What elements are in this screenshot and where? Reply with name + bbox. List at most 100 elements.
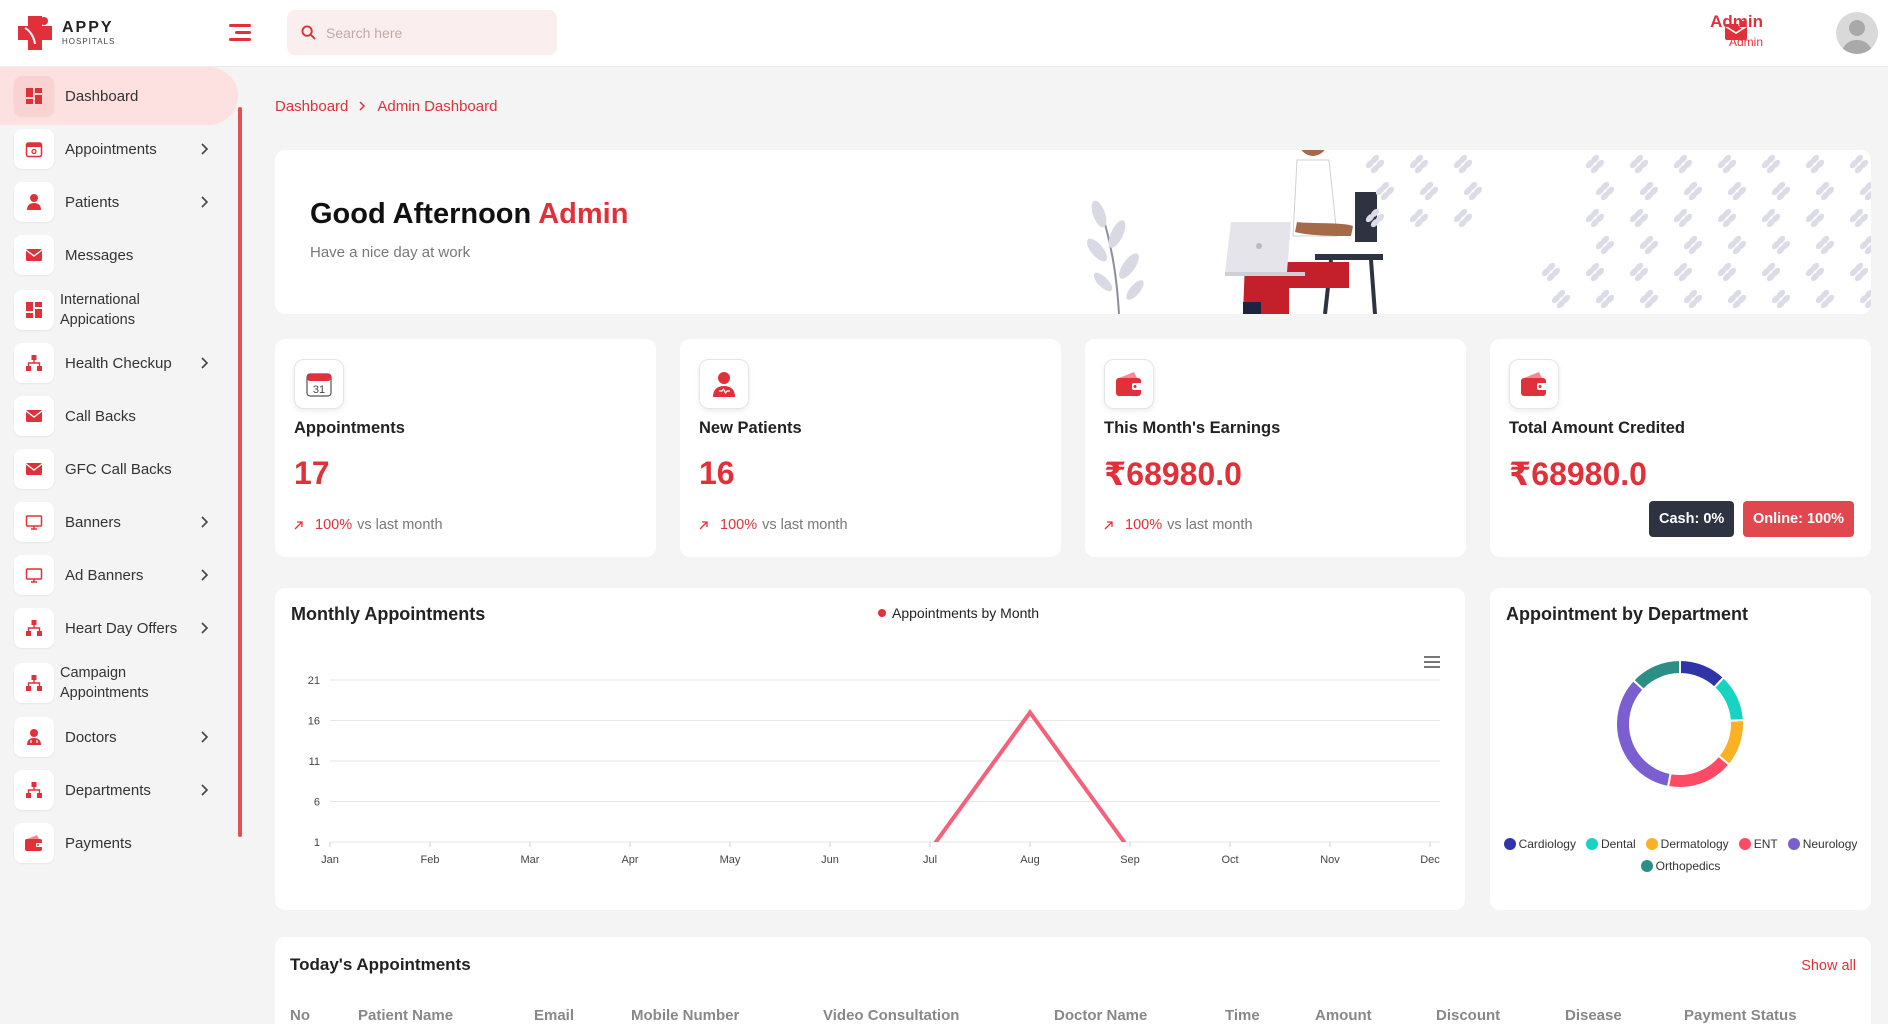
column-header-patient-name[interactable]: Patient Name bbox=[358, 1007, 453, 1024]
wallet-icon bbox=[14, 823, 54, 863]
search-bar[interactable] bbox=[287, 10, 557, 55]
sidebar-item-label: Health Checkup bbox=[65, 354, 172, 372]
column-header-disease[interactable]: Disease bbox=[1565, 1007, 1622, 1024]
column-header-payment-status[interactable]: Payment Status bbox=[1684, 1007, 1797, 1024]
sidebar-item-banners[interactable]: Banners bbox=[0, 493, 238, 551]
legend-swatch bbox=[1738, 838, 1751, 850]
sidebar-item-dashboard[interactable]: Dashboard bbox=[0, 67, 238, 125]
column-header-mobile-number[interactable]: Mobile Number bbox=[631, 1007, 739, 1024]
search-input[interactable] bbox=[326, 24, 526, 41]
sidebar-item-label: Call Backs bbox=[65, 407, 136, 425]
chevron-right-icon bbox=[201, 196, 209, 208]
stat-trend: 100% vs last month bbox=[294, 517, 443, 533]
legend-label: Orthopedics bbox=[1655, 859, 1721, 873]
donut-slice-neurology[interactable] bbox=[1615, 678, 1672, 789]
legend-item-dental[interactable]: Dental bbox=[1585, 837, 1636, 851]
donut-legend: Cardiology Dental Dermatology ENT Neurology O… bbox=[1490, 837, 1871, 873]
mail-icon bbox=[14, 235, 54, 275]
legend-label: Neurology bbox=[1802, 837, 1858, 851]
breadcrumb-root-link[interactable]: Dashboard bbox=[275, 98, 348, 115]
sidebar-item-health-checkup[interactable]: Health Checkup bbox=[0, 334, 238, 392]
stat-title: New Patients bbox=[699, 419, 802, 437]
stat-trend: 100% vs last month bbox=[1104, 517, 1253, 533]
pattern-leaf bbox=[1859, 289, 1871, 309]
search-icon bbox=[301, 25, 316, 40]
stat-value: ₹68980.0 bbox=[1509, 456, 1647, 492]
sidebar-item-call-backs[interactable]: Call Backs bbox=[0, 387, 238, 445]
sidebar-item-label: Patients bbox=[65, 193, 120, 211]
sidebar-item-campaign-appointments[interactable]: Campaign Appointments bbox=[0, 654, 238, 712]
legend-item-ent[interactable]: ENT bbox=[1738, 837, 1778, 851]
decorative-pattern bbox=[1365, 154, 1871, 309]
legend-item-neurology[interactable]: Neurology bbox=[1787, 837, 1858, 851]
sidebar-item-payments[interactable]: Payments bbox=[0, 814, 238, 872]
department-card: Appointment by Department Cardiology Dent… bbox=[1490, 588, 1871, 910]
legend-label: Cardiology bbox=[1518, 837, 1576, 851]
y-tick-label: 6 bbox=[314, 797, 320, 809]
sidebar-item-messages[interactable]: Messages bbox=[0, 226, 238, 284]
user-role: Admin bbox=[1728, 35, 1763, 49]
sidebar-item-ad-banners[interactable]: Ad Banners bbox=[0, 546, 238, 604]
pattern-leaf bbox=[1585, 154, 1605, 174]
legend-swatch bbox=[1585, 838, 1598, 850]
chevron-right-icon bbox=[201, 731, 209, 743]
app-logo[interactable]: APPY HOSPITALS bbox=[14, 12, 115, 54]
sidebar-item-departments[interactable]: Departments bbox=[0, 761, 238, 819]
sidebar-item-label: Ad Banners bbox=[65, 566, 144, 584]
pattern-leaf bbox=[1805, 262, 1825, 282]
legend-item-orthopedics[interactable]: Orthopedics bbox=[1640, 859, 1721, 873]
sidebar-item-label: Messages bbox=[65, 246, 134, 264]
pattern-leaf bbox=[1859, 235, 1871, 255]
pattern-leaf bbox=[1815, 235, 1835, 255]
column-header-no[interactable]: No bbox=[290, 1007, 310, 1024]
trend-text: vs last month bbox=[762, 517, 848, 533]
donut-slice-orthopedics[interactable] bbox=[1631, 658, 1681, 692]
pattern-leaf bbox=[1849, 262, 1869, 282]
pattern-leaf bbox=[1409, 154, 1429, 174]
pattern-leaf bbox=[1463, 181, 1483, 201]
pattern-leaf bbox=[1771, 235, 1791, 255]
trend-percent: 100% bbox=[1125, 517, 1163, 533]
donut-slice-dental[interactable] bbox=[1712, 675, 1745, 722]
sidebar-item-gfc-call-backs[interactable]: GFC Call Backs bbox=[0, 440, 238, 498]
x-tick-label: Jan bbox=[321, 854, 339, 866]
chevron-right-icon bbox=[201, 143, 209, 155]
legend-swatch bbox=[1640, 860, 1653, 872]
column-header-email[interactable]: Email bbox=[534, 1007, 574, 1024]
column-header-video-consultation[interactable]: Video Consultation bbox=[823, 1007, 959, 1024]
menu-toggle-button[interactable] bbox=[229, 24, 251, 42]
trend-percent: 100% bbox=[315, 517, 353, 533]
legend-item-cardiology[interactable]: Cardiology bbox=[1503, 837, 1576, 851]
sidebar-scrollbar[interactable] bbox=[238, 107, 242, 837]
pattern-leaf bbox=[1585, 208, 1605, 228]
column-header-time[interactable]: Time bbox=[1225, 1007, 1260, 1024]
series-line[interactable] bbox=[330, 708, 1430, 850]
welcome-banner: Good Afternoon Admin Have a nice day at … bbox=[275, 150, 1871, 314]
trend-up-icon bbox=[294, 520, 303, 529]
column-header-doctor-name[interactable]: Doctor Name bbox=[1054, 1007, 1147, 1024]
legend-swatch bbox=[1645, 838, 1658, 850]
monitor-icon bbox=[14, 555, 54, 595]
sidebar-item-patients[interactable]: Patients bbox=[0, 173, 238, 231]
column-header-discount[interactable]: Discount bbox=[1436, 1007, 1500, 1024]
pattern-leaf bbox=[1453, 154, 1473, 174]
sidebar-item-doctors[interactable]: Doctors bbox=[0, 708, 238, 766]
chevron-right-icon bbox=[201, 516, 209, 528]
pattern-leaf bbox=[1365, 154, 1385, 174]
donut-slice-ent[interactable] bbox=[1666, 754, 1731, 789]
pattern-leaf bbox=[1805, 208, 1825, 228]
legend-item-dermatology[interactable]: Dermatology bbox=[1645, 837, 1729, 851]
pattern-leaf bbox=[1771, 289, 1791, 309]
pattern-leaf bbox=[1859, 181, 1871, 201]
sidebar-item-heart-day-offers[interactable]: Heart Day Offers bbox=[0, 599, 238, 657]
wallet-icon bbox=[1509, 359, 1559, 409]
pattern-leaf bbox=[1683, 181, 1703, 201]
pattern-leaf bbox=[1727, 235, 1747, 255]
show-all-link[interactable]: Show all bbox=[1801, 958, 1856, 974]
avatar[interactable] bbox=[1836, 12, 1878, 54]
column-header-amount[interactable]: Amount bbox=[1315, 1007, 1372, 1024]
sidebar-item-appointments[interactable]: Appointments bbox=[0, 120, 238, 178]
pattern-leaf bbox=[1595, 235, 1615, 255]
sidebar-item-international-appications[interactable]: International Appications bbox=[0, 281, 238, 339]
user-menu[interactable]: Admin Admin bbox=[1710, 12, 1763, 49]
